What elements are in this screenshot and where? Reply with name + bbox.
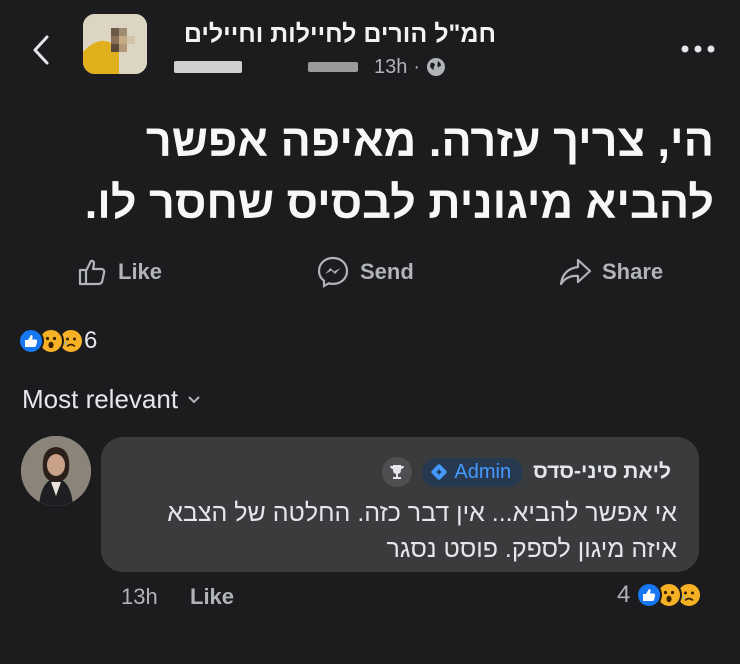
chevron-down-icon [188, 396, 200, 403]
admin-diamond-icon [431, 464, 448, 480]
sort-label: Most relevant [22, 384, 179, 414]
share-label: Share [602, 259, 664, 284]
comment-author[interactable]: ליאת סיני-סדס [533, 460, 671, 484]
comment-like-button[interactable]: Like [190, 584, 234, 610]
more-options-button[interactable] [678, 34, 718, 64]
trophy-icon [382, 457, 413, 487]
globe-icon [427, 58, 446, 76]
like-reaction-icon [18, 328, 44, 354]
comment-reactions[interactable]: 4 [617, 580, 703, 610]
like-label: Like [118, 259, 163, 284]
comment-time[interactable]: 13h [121, 584, 158, 610]
more-dots-icon [681, 45, 715, 53]
reaction-count: 6 [84, 327, 98, 354]
comment-sort-dropdown[interactable]: Most relevant [22, 384, 200, 415]
comment-bubble: ליאת סיני-סדס Admin אי אפשר להביא... אין… [101, 437, 699, 572]
admin-badge-label: Admin [454, 460, 512, 483]
post-reactions-summary[interactable]: 6 [18, 324, 97, 358]
share-button[interactable]: Share [558, 252, 663, 292]
post-time[interactable]: 13h [374, 56, 407, 79]
like-button[interactable]: Like [76, 252, 162, 292]
chevron-left-icon [33, 35, 49, 65]
back-button[interactable] [26, 30, 56, 70]
comment-reaction-count: 4 [617, 581, 631, 608]
admin-badge: Admin [422, 457, 524, 487]
post-meta: 13h · [160, 56, 446, 78]
share-arrow-icon [559, 258, 592, 286]
send-label: Send [360, 259, 414, 284]
redacted-author-name [174, 61, 242, 73]
meta-separator: · [413, 55, 421, 78]
thumbs-up-icon [78, 259, 106, 286]
comment-text: אי אפשר להביא... אין דבר כזה. החלטה של ה… [167, 499, 677, 563]
group-name[interactable]: חמ"ל הורים לחיילות וחיילים [184, 20, 496, 49]
comment-header: ליאת סיני-סדס Admin [382, 457, 671, 487]
redacted-author-detail [308, 62, 358, 72]
send-button[interactable]: Send [316, 252, 414, 292]
post-text: הי, צריך עזרה. מאיפה אפשר להביא מיגונית … [84, 115, 714, 228]
group-thumbnail[interactable] [83, 14, 147, 74]
messenger-icon [317, 256, 349, 288]
commenter-avatar[interactable] [21, 436, 91, 506]
